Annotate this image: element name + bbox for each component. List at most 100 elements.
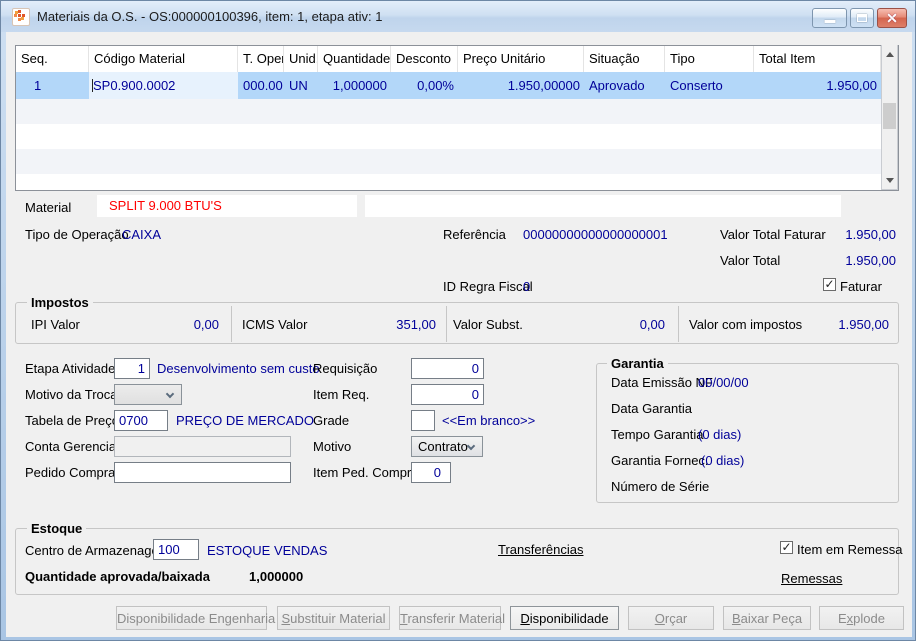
grid-vertical-scrollbar[interactable] [881,45,898,190]
scrollbar-thumb[interactable] [883,103,896,129]
requisicao-label: Requisição [313,361,378,376]
garantia-fornec-value: (0 dias) [701,453,745,468]
material-description-field: SPLIT 9.000 BTU'S [97,195,357,217]
scroll-down-icon [885,177,894,183]
item-req-input[interactable] [411,384,484,405]
app-icon [12,8,30,26]
empty-grid-row [16,124,898,149]
baixar-peca-button[interactable]: Baixar Peça [723,606,811,630]
cell-desconto: 0,00% [417,78,454,93]
conta-gerencial-input[interactable] [114,436,291,457]
id-regra-fiscal-label: ID Regra Fiscal [443,279,533,294]
item-em-remessa-checkbox[interactable] [780,541,793,554]
tipo-operacao-label: Tipo de Operação [25,227,129,242]
valor-total-label: Valor Total [720,253,781,268]
numero-serie-label: Número de Série [611,479,710,494]
scroll-down-button[interactable] [882,172,897,188]
cell-preco-unitario: 1.950,00000 [507,78,580,93]
col-header-preco-unitario: Preço Unitário [458,46,584,72]
codigo-material-edit-cell[interactable]: SP0.900.0002 [89,72,238,99]
material-description-field-2 [365,195,841,217]
motivo-troca-label: Motivo da Troca [25,387,118,402]
estoque-title: Estoque [27,521,87,536]
cell-total-item: 1.950,00 [826,78,877,93]
scroll-up-button[interactable] [882,46,897,62]
maximize-icon [857,14,867,22]
tempo-garantia-value: (0 dias) [698,427,742,442]
valor-total-value: 1.950,00 [845,253,896,268]
requisicao-input[interactable] [411,358,484,379]
data-emissao-nf-value: 00/00/00 [698,375,749,390]
col-header-seq: Seq. [16,46,89,72]
cell-t-oper: 000.00 [243,78,283,93]
garantia-title: Garantia [607,356,668,371]
close-button[interactable] [877,8,907,28]
grid-header: Seq. Código Material T. Oper Unid. Quant… [16,46,898,72]
grade-input[interactable] [411,410,435,431]
item-em-remessa-label: Item em Remessa [797,542,903,557]
referencia-label: Referência [443,227,506,242]
empty-grid-row [16,174,898,190]
valor-subst-label: Valor Subst. [453,317,523,332]
cell-tipo: Conserto [670,78,723,93]
id-regra-fiscal-value: 0 [523,279,531,294]
motivo-label: Motivo [313,439,352,454]
col-header-quantidade: Quantidade [318,46,391,72]
col-header-tipo: Tipo [665,46,754,72]
ipi-valor-label: IPI Valor [31,317,80,332]
cell-quantidade: 1,000000 [332,78,387,93]
etapa-atividade-label: Etapa Atividade [25,361,116,376]
transferir-material-button[interactable]: Transferir Material [399,606,505,630]
conta-gerencial-label: Conta Gerencial [25,439,119,454]
impostos-title: Impostos [27,295,93,310]
empty-grid-row [16,99,898,124]
item-ped-compra-input[interactable] [411,462,451,483]
centro-armazenagem-description: ESTOQUE VENDAS [207,543,328,558]
window-title: Materiais da O.S. - OS:000000100396, ite… [37,9,383,24]
disponibilidade-engenharia-button[interactable]: Disponibilidade Engenharia [116,606,275,630]
remessas-link[interactable]: Remessas [781,571,842,586]
item-ped-compra-label: Item Ped. Compra [313,465,419,480]
pedido-compra-label: Pedido Compra [25,465,116,480]
referencia-value: 00000000000000000001 [523,227,668,242]
disponibilidade-button[interactable]: Disponibilidade [510,606,619,630]
col-header-desconto: Desconto [391,46,458,72]
table-row[interactable]: 1 SP0.900.0002 000.00 UN 1,000000 0,00% … [16,72,898,99]
col-header-total-item: Total Item [754,46,881,72]
tempo-garantia-label: Tempo Garantia [611,427,704,442]
icms-valor-value: 351,00 [396,317,436,332]
titlebar[interactable]: Materiais da O.S. - OS:000000100396, ite… [1,1,915,32]
col-header-unid: Unid. [284,46,318,72]
maximize-button[interactable] [850,8,874,28]
faturar-checkbox[interactable] [823,278,836,291]
tabela-preco-input[interactable] [114,410,168,431]
etapa-atividade-description: Desenvolvimento sem custo [157,361,320,376]
materiais-os-dialog: Materiais da O.S. - OS:000000100396, ite… [0,0,916,641]
orcar-button[interactable]: Orçar [628,606,714,630]
data-garantia-label: Data Garantia [611,401,692,416]
substituir-material-button[interactable]: Substituir Material [277,606,390,630]
ipi-valor-value: 0,00 [193,317,219,332]
cell-situacao: Aprovado [589,78,645,93]
quantidade-aprovada-label: Quantidade aprovada/baixada [25,569,210,584]
grade-description: <<Em branco>> [442,413,536,428]
col-header-t-oper: T. Oper [238,46,284,72]
pedido-compra-input[interactable] [114,462,291,483]
etapa-atividade-input[interactable] [114,358,150,379]
valor-com-impostos-value: 1.950,00 [838,317,889,332]
tabela-preco-description: PREÇO DE MERCADO [176,413,314,428]
quantidade-aprovada-value: 1,000000 [249,569,304,584]
icms-valor-label: ICMS Valor [242,317,308,332]
centro-armazenagem-label: Centro de Armazenagem [25,543,170,558]
valor-total-faturar-value: 1.950,00 [845,227,896,242]
grade-label: Grade [313,413,350,428]
materials-grid: Seq. Código Material T. Oper Unid. Quant… [15,45,899,191]
minimize-button[interactable] [812,8,847,28]
cell-unid: UN [289,78,308,93]
transferencias-link[interactable]: Transferências [498,542,584,557]
col-header-codigo-material: Código Material [89,46,238,72]
centro-armazenagem-input[interactable] [153,539,199,560]
empty-grid-row [16,149,898,174]
valor-subst-value: 0,00 [639,317,665,332]
explode-button[interactable]: Explode [819,606,904,630]
